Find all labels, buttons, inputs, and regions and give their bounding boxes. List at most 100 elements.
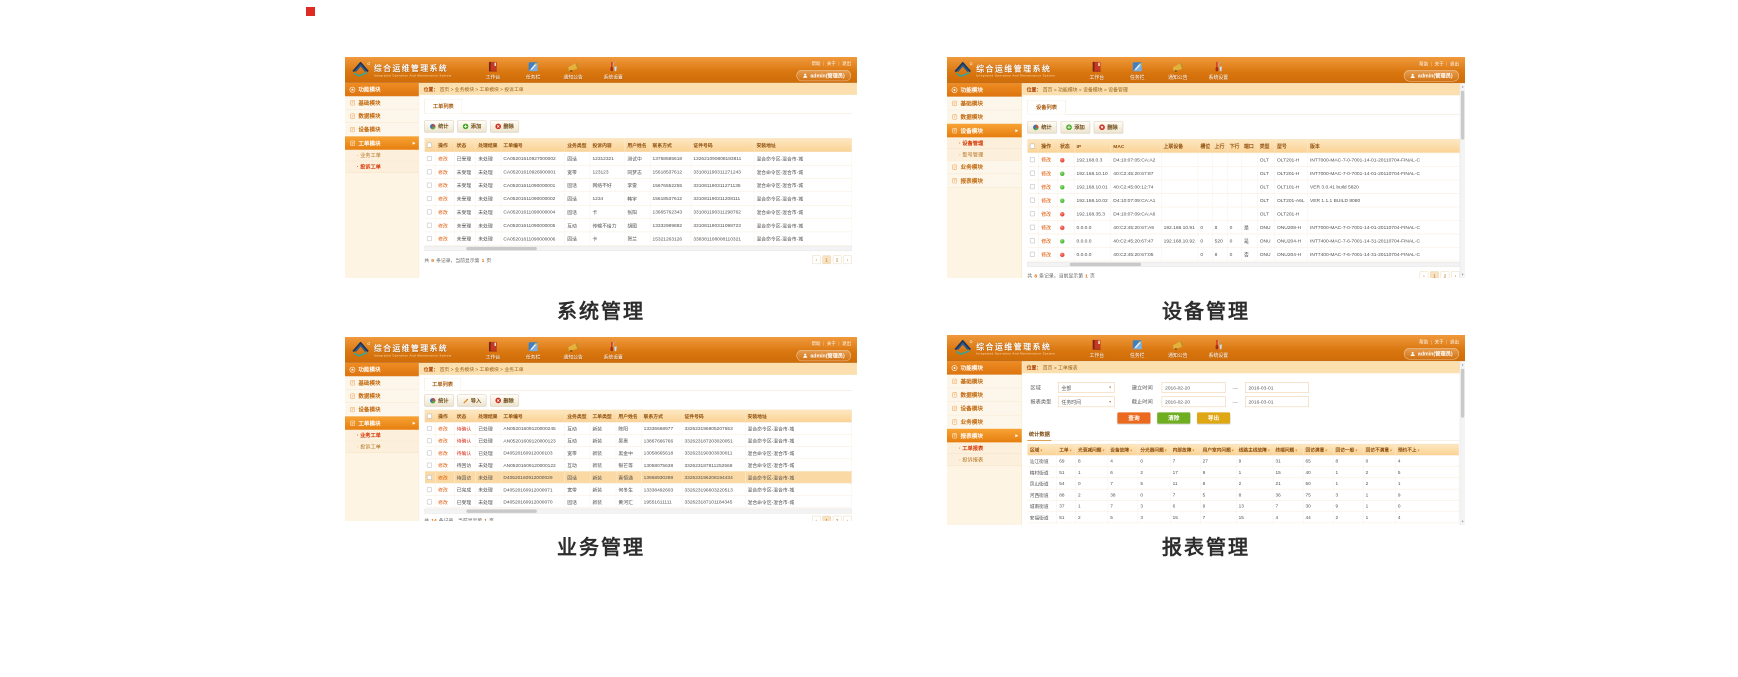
tab-active[interactable]: 工单列表	[424, 99, 462, 113]
edit-link[interactable]: 修改	[438, 426, 448, 432]
table-row[interactable]: 修改已受理未处理D40520160912000070固话新装黄河汇1955161…	[425, 496, 852, 508]
edit-link[interactable]: 修改	[1041, 171, 1051, 177]
nav-item-notice[interactable]: 通知公告	[1163, 337, 1192, 358]
nav-item-settings[interactable]: 系统设置	[599, 339, 628, 359]
page-button[interactable]: ‹	[812, 516, 821, 521]
row-checkbox[interactable]	[427, 223, 432, 228]
sidebar-subitem[interactable]: 业务工单	[345, 430, 419, 442]
nav-item-taskbar[interactable]: 任务栏	[519, 339, 548, 359]
row-checkbox[interactable]	[427, 463, 432, 468]
page-button[interactable]: 2	[1441, 271, 1450, 278]
page-button[interactable]: ‹	[812, 255, 821, 264]
row-checkbox[interactable]	[427, 196, 432, 201]
row-checkbox[interactable]	[427, 438, 432, 443]
row-checkbox[interactable]	[1030, 238, 1035, 243]
chart-pie-button[interactable]: 统计	[424, 395, 453, 407]
edit-link[interactable]: 修改	[438, 463, 448, 469]
clear-button[interactable]: 清除	[1157, 412, 1190, 423]
row-checkbox[interactable]	[1030, 157, 1035, 162]
sidebar-subitem[interactable]: 型号管理	[947, 149, 1022, 161]
export-button[interactable]: 导出	[1197, 412, 1230, 423]
add-button[interactable]: 添加	[1061, 121, 1090, 133]
page-button[interactable]: 1	[822, 255, 831, 264]
table-row[interactable]: 修改待确认已处理AN05201609120000245互动新装陈阳1333666…	[425, 422, 852, 434]
vertical-scrollbar[interactable]: ▲▼	[1460, 361, 1465, 525]
table-row[interactable]: 汕江街道6984072793165804	[1028, 455, 1459, 466]
import-button[interactable]: 导入	[457, 395, 486, 407]
sort-icon[interactable]: ▾	[1130, 449, 1132, 453]
table-row[interactable]: 修改192.168.0.3D4:10:07:05:CA:A2OLTOLT201-…	[1028, 153, 1460, 167]
date-input-from[interactable]: 2016-02-20	[1162, 382, 1226, 393]
sort-icon[interactable]: ▾	[1232, 449, 1234, 453]
delete-button[interactable]: 删除	[490, 120, 519, 132]
nav-item-workbench[interactable]: 工作台	[1082, 59, 1111, 80]
scrollbar-thumb[interactable]	[1461, 369, 1464, 418]
edit-link[interactable]: 修改	[438, 196, 448, 202]
table-row[interactable]: 修改已完成未处理D40520160912000071宽带新装何冬生1333849…	[425, 483, 852, 495]
select-all-checkbox[interactable]	[1030, 144, 1035, 149]
top-link[interactable]: 退出	[842, 60, 851, 66]
edit-link[interactable]: 修改	[438, 475, 448, 481]
sidebar-item[interactable]: 报表模块	[947, 174, 1022, 188]
sidebar-item[interactable]: 数据模块	[345, 390, 419, 403]
tab-active[interactable]: 工单列表	[424, 378, 460, 391]
sort-icon[interactable]: ▾	[1165, 449, 1167, 453]
row-checkbox[interactable]	[1030, 198, 1035, 203]
date-input-to[interactable]: 2016-03-01	[1245, 382, 1309, 393]
edit-link[interactable]: 修改	[1041, 184, 1051, 190]
nav-item-settings[interactable]: 系统设置	[1204, 337, 1233, 358]
row-checkbox[interactable]	[1030, 252, 1035, 257]
row-checkbox[interactable]	[427, 475, 432, 480]
add-button[interactable]: 添加	[457, 120, 486, 132]
nav-item-notice[interactable]: 通知公告	[1163, 59, 1192, 80]
edit-link[interactable]: 修改	[438, 169, 448, 175]
top-link[interactable]: 退出	[842, 340, 851, 346]
sidebar-item[interactable]: 设备模块	[345, 123, 419, 136]
sort-icon[interactable]: ▾	[1040, 449, 1042, 453]
sidebar-item[interactable]: 基础模块	[345, 96, 419, 109]
edit-link[interactable]: 修改	[1041, 225, 1051, 231]
top-link[interactable]: 帮助	[1419, 60, 1428, 66]
edit-link[interactable]: 修改	[438, 183, 448, 189]
table-row[interactable]: 修改未受理未处理CA05201611090000001固话网络不好李雷15676…	[425, 179, 852, 192]
top-link[interactable]: 关于	[1435, 338, 1444, 344]
table-row[interactable]: 城南街道371736913730910	[1028, 500, 1459, 511]
chart-pie-button[interactable]: 统计	[424, 120, 453, 132]
sort-icon[interactable]: ▾	[1193, 449, 1195, 453]
edit-link[interactable]: 修改	[438, 209, 448, 215]
top-link[interactable]: 退出	[1450, 338, 1459, 344]
row-checkbox[interactable]	[427, 450, 432, 455]
row-checkbox[interactable]	[427, 156, 432, 161]
sidebar-item[interactable]: 基础模块	[947, 375, 1022, 389]
table-row[interactable]: 安福街道5125315715444214	[1028, 512, 1459, 523]
row-checkbox[interactable]	[1030, 225, 1035, 230]
table-row[interactable]: 修改未受理未处理CA05201611090000004固话卡张阳13665762…	[425, 205, 852, 218]
table-row[interactable]: 修改192.168.10.02D4:10:07:09:CA:A1OLTOLT20…	[1028, 193, 1460, 207]
top-link[interactable]: 关于	[827, 340, 836, 346]
sidebar-item[interactable]: 业务模块	[947, 161, 1022, 175]
table-row[interactable]: 修改待回访未处理AN05201609120000122互动新装银芒等130580…	[425, 459, 852, 471]
nav-item-workbench[interactable]: 工作台	[479, 59, 508, 79]
row-checkbox[interactable]	[427, 499, 432, 504]
edit-link[interactable]: 修改	[438, 487, 448, 493]
nav-item-settings[interactable]: 系统设置	[1204, 59, 1233, 80]
scrollbar-thumb[interactable]	[1461, 91, 1464, 140]
sort-icon[interactable]: ▾	[1070, 449, 1072, 453]
user-badge[interactable]: admin(管理员)	[797, 70, 851, 81]
sidebar-subitem[interactable]: 投诉工单	[345, 441, 419, 453]
sidebar-item[interactable]: 数据模块	[947, 110, 1022, 124]
top-link[interactable]: 关于	[827, 60, 836, 66]
page-button[interactable]: ›	[1451, 271, 1460, 278]
edit-link[interactable]: 修改	[438, 438, 448, 444]
top-link[interactable]: 帮助	[812, 60, 821, 66]
sidebar-item-expanded[interactable]: 工单模块▸	[345, 136, 419, 149]
select-field[interactable]: 任务时间▾	[1058, 397, 1114, 408]
sort-icon[interactable]: ▾	[1295, 449, 1297, 453]
page-button[interactable]: ‹	[1420, 271, 1429, 278]
sidebar-item[interactable]: 基础模块	[345, 376, 419, 389]
horizontal-scrollbar[interactable]	[424, 509, 851, 514]
edit-link[interactable]: 修改	[1041, 238, 1051, 244]
edit-link[interactable]: 修改	[438, 223, 448, 229]
sort-icon[interactable]: ▾	[1103, 449, 1105, 453]
delete-button[interactable]: 删除	[1094, 121, 1123, 133]
